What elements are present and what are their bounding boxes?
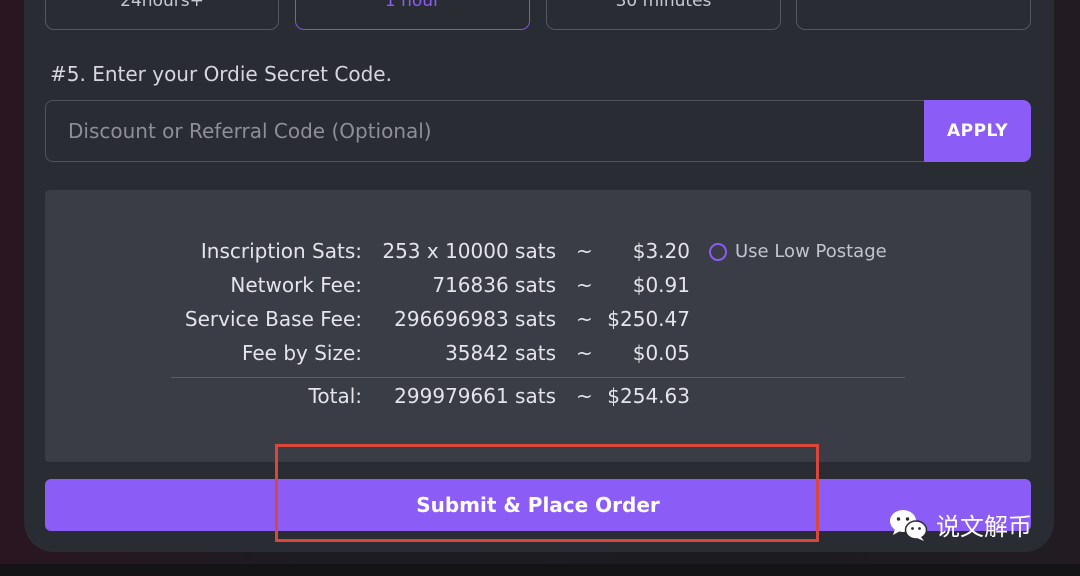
fee-sats: 253 x 10000 sats bbox=[382, 239, 556, 263]
fee-label: Service Base Fee: bbox=[184, 307, 362, 331]
apply-button[interactable]: APPLY bbox=[924, 100, 1031, 162]
discount-code-input[interactable] bbox=[45, 100, 925, 162]
watermark: 说文解币 bbox=[888, 507, 1032, 542]
speed-option-1hour[interactable]: 1 hour bbox=[295, 0, 530, 30]
fee-label: Inscription Sats: bbox=[200, 239, 362, 263]
fee-usd: $0.91 bbox=[632, 273, 690, 297]
speed-option-30minutes[interactable]: 30 minutes bbox=[546, 0, 781, 30]
fee-summary: Inscription Sats: 253 x 10000 sats ~ $3.… bbox=[45, 190, 1031, 462]
watermark-text: 说文解币 bbox=[936, 513, 1032, 541]
fee-row-inscription-sats: Inscription Sats: 253 x 10000 sats ~ $3.… bbox=[45, 239, 1031, 269]
low-postage-label: Use Low Postage bbox=[735, 241, 887, 262]
low-postage-radio[interactable] bbox=[709, 242, 727, 261]
speed-option-24hours[interactable]: 24hours+ bbox=[45, 0, 279, 30]
fee-label: Fee by Size: bbox=[241, 341, 362, 365]
total-sats: 299979661 sats bbox=[394, 384, 556, 408]
fee-sats: 35842 sats bbox=[445, 341, 556, 365]
fee-row-network-fee: Network Fee: 716836 sats ~ $0.91 bbox=[45, 273, 1031, 303]
speed-option-label: 30 minutes bbox=[615, 0, 712, 11]
fee-approx: ~ bbox=[576, 307, 593, 331]
fee-label: Network Fee: bbox=[230, 273, 362, 297]
fee-approx: ~ bbox=[576, 239, 593, 263]
total-usd: $254.63 bbox=[607, 384, 690, 408]
fee-row-service-base-fee: Service Base Fee: 296696983 sats ~ $250.… bbox=[45, 307, 1031, 337]
bottom-strip bbox=[0, 564, 1080, 576]
fee-sats: 296696983 sats bbox=[394, 307, 556, 331]
fee-row-total: Total: 299979661 sats ~ $254.63 bbox=[45, 384, 1031, 414]
total-divider bbox=[171, 377, 905, 378]
speed-option-label: 1 hour bbox=[384, 0, 441, 11]
low-postage-option[interactable]: Use Low Postage bbox=[709, 241, 887, 262]
secret-code-step-label: #5. Enter your Ordie Secret Code. bbox=[50, 62, 392, 86]
wechat-icon bbox=[890, 509, 928, 541]
fee-row-fee-by-size: Fee by Size: 35842 sats ~ $0.05 bbox=[45, 341, 1031, 371]
total-approx: ~ bbox=[576, 384, 593, 408]
fee-usd: $0.05 bbox=[632, 341, 690, 365]
fee-usd: $250.47 bbox=[607, 307, 690, 331]
fee-approx: ~ bbox=[576, 341, 593, 365]
fee-usd: $3.20 bbox=[632, 239, 690, 263]
total-label: Total: bbox=[308, 384, 362, 408]
fee-approx: ~ bbox=[576, 273, 593, 297]
highlight-annotation bbox=[275, 444, 819, 542]
fee-sats: 716836 sats bbox=[432, 273, 556, 297]
speed-option-label: 24hours+ bbox=[120, 0, 204, 11]
speed-option-custom[interactable] bbox=[796, 0, 1031, 30]
